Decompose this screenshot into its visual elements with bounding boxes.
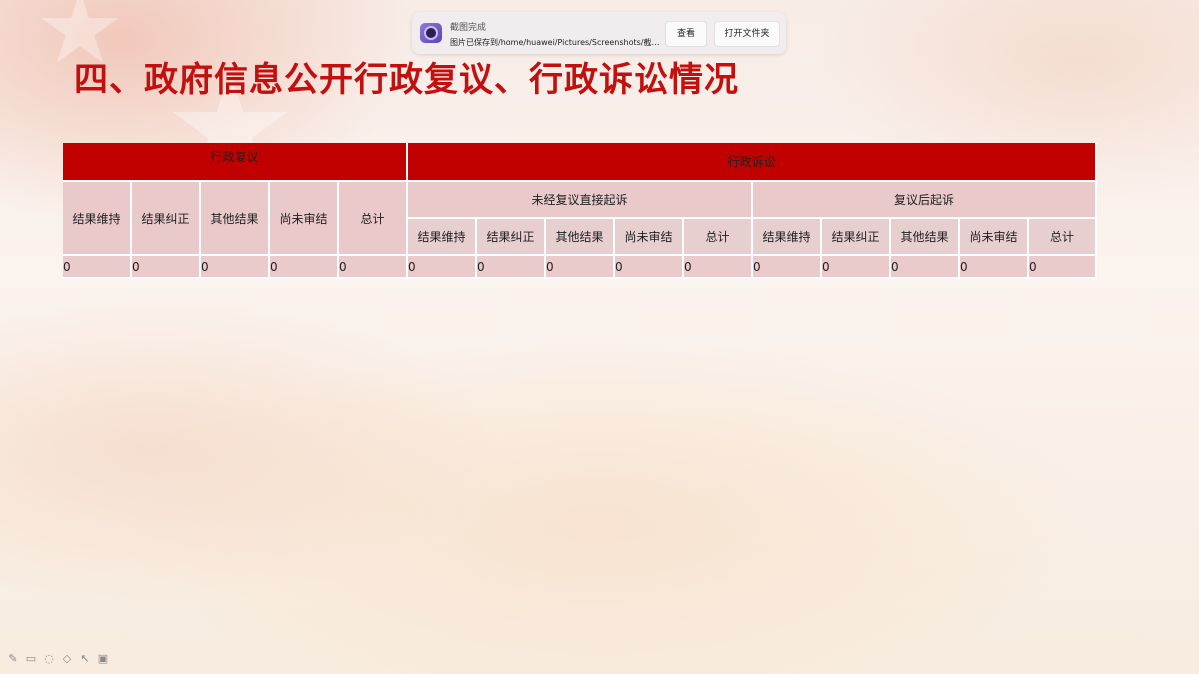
value-cell: 0 xyxy=(132,256,201,279)
header-admin-litigation: 行政诉讼 xyxy=(408,143,1098,182)
value-cell: 0 xyxy=(339,256,409,279)
after-review-col-header: 结果纠正 xyxy=(822,219,892,256)
direct-col-header: 结果维持 xyxy=(408,219,478,256)
after-review-col-header: 尚未审结 xyxy=(960,219,1030,256)
presentation-toolbar: ✎ ▭ ◌ ◇ ↖ ▣ xyxy=(6,652,110,668)
value-cell: 0 xyxy=(477,256,547,279)
value-cell: 0 xyxy=(822,256,892,279)
review-col-header: 尚未审结 xyxy=(270,182,339,256)
value-cell: 0 xyxy=(1029,256,1098,279)
page-title: 四、政府信息公开行政复议、行政诉讼情况 xyxy=(74,60,739,100)
after-review-col-header: 结果维持 xyxy=(753,219,823,256)
review-col-header: 结果维持 xyxy=(63,182,132,256)
screenshot-app-icon xyxy=(420,23,442,43)
value-cell: 0 xyxy=(753,256,823,279)
pointer-icon[interactable]: ↖ xyxy=(78,652,92,666)
toast-saved-path: 图片已保存到/home/huawei/Pictures/Screenshots/… xyxy=(450,38,660,47)
review-col-header: 其他结果 xyxy=(201,182,270,256)
camera-icon[interactable]: ▣ xyxy=(96,652,110,666)
review-col-header: 总计 xyxy=(339,182,409,256)
value-cell: 0 xyxy=(960,256,1030,279)
highlighter-icon[interactable]: ◇ xyxy=(60,652,74,666)
header-admin-review: 行政复议 xyxy=(63,143,409,182)
value-cell: 0 xyxy=(615,256,685,279)
direct-col-header: 总计 xyxy=(684,219,754,256)
direct-col-header: 结果纠正 xyxy=(477,219,547,256)
header-litigation-after-review: 复议后起诉 xyxy=(753,182,1098,219)
after-review-col-header: 其他结果 xyxy=(891,219,961,256)
value-cell: 0 xyxy=(201,256,270,279)
direct-col-header: 其他结果 xyxy=(546,219,616,256)
view-button[interactable]: 查看 xyxy=(665,21,707,47)
value-cell: 0 xyxy=(63,256,132,279)
value-cell: 0 xyxy=(270,256,339,279)
header-direct-litigation: 未经复议直接起诉 xyxy=(408,182,754,219)
review-col-header: 结果纠正 xyxy=(132,182,201,256)
eraser-icon[interactable]: ◌ xyxy=(42,652,56,666)
value-cell: 0 xyxy=(546,256,616,279)
open-folder-button[interactable]: 打开文件夹 xyxy=(714,21,780,47)
value-cell: 0 xyxy=(408,256,478,279)
value-cell: 0 xyxy=(684,256,754,279)
screenshot-toast: 截图完成 图片已保存到/home/huawei/Pictures/Screens… xyxy=(412,12,786,54)
value-cell: 0 xyxy=(891,256,961,279)
after-review-col-header: 总计 xyxy=(1029,219,1098,256)
toast-title: 截图完成 xyxy=(450,23,487,33)
pen-icon[interactable]: ✎ xyxy=(6,652,20,666)
direct-col-header: 尚未审结 xyxy=(615,219,685,256)
screen-icon[interactable]: ▭ xyxy=(24,652,38,666)
info-disclosure-table: 行政复议 行政诉讼 结果维持 结果纠正 其他结果 尚未审结 总计 未经复议直接起… xyxy=(63,143,1098,279)
